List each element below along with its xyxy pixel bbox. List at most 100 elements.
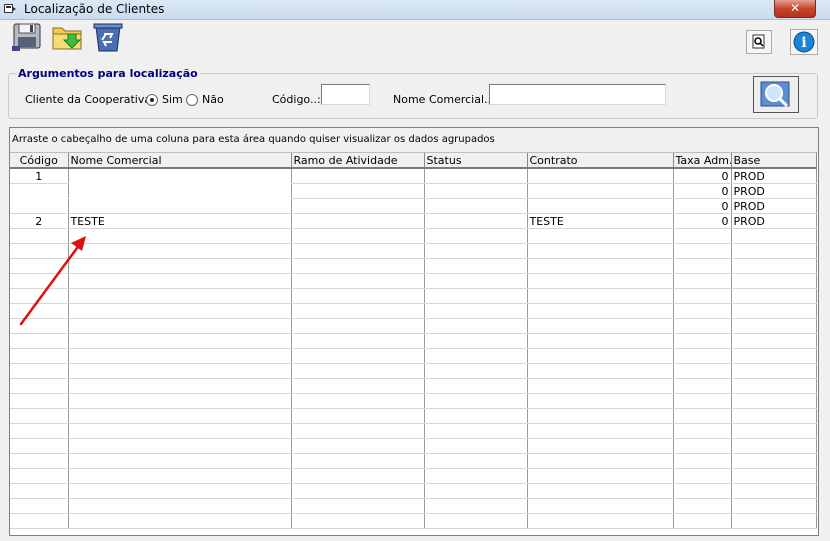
empty-cell [527, 273, 674, 289]
empty-cell [68, 483, 292, 499]
filter-group-title: Argumentos para localização [16, 67, 200, 80]
empty-cell [68, 453, 292, 469]
empty-table-row [10, 243, 817, 259]
empty-cell [731, 348, 817, 364]
empty-cell [291, 333, 425, 349]
cell-taxa-adm: 0 [673, 198, 732, 214]
empty-cell [291, 468, 425, 484]
cell-codigo: 2 [10, 213, 69, 229]
save-button[interactable] [10, 20, 46, 53]
empty-cell [291, 303, 425, 319]
empty-cell [291, 363, 425, 379]
empty-cell [527, 258, 674, 274]
sim-label: Sim [162, 93, 183, 106]
empty-cell [673, 408, 732, 424]
empty-cell [527, 288, 674, 304]
results-table: Código Nome Comercial Ramo de Atividade … [10, 153, 817, 529]
empty-cell [68, 258, 292, 274]
table-row[interactable]: 0 PROD [10, 183, 817, 199]
cell-nome-comercial [68, 168, 292, 184]
empty-cell [68, 303, 292, 319]
cell-codigo: 1 [10, 168, 69, 184]
svg-text:i: i [801, 35, 806, 51]
empty-table-row [10, 378, 817, 394]
table-row[interactable]: 2 TESTE TESTE 0 PROD [10, 213, 817, 229]
cell-status [424, 183, 528, 199]
empty-cell [10, 438, 69, 454]
empty-cell [673, 393, 732, 409]
delete-button[interactable] [90, 20, 126, 53]
group-by-hint: Arraste o cabeçalho de uma coluna para e… [12, 134, 495, 145]
column-header-codigo[interactable]: Código [10, 153, 69, 169]
empty-cell [291, 273, 425, 289]
cell-contrato [527, 198, 674, 214]
empty-cell [731, 243, 817, 259]
empty-table-row [10, 423, 817, 439]
empty-table-row [10, 348, 817, 364]
column-header-contrato[interactable]: Contrato [527, 153, 674, 169]
empty-cell [527, 243, 674, 259]
export-button[interactable] [50, 20, 86, 53]
print-preview-button[interactable] [746, 30, 772, 54]
empty-cell [424, 363, 528, 379]
cell-contrato [527, 183, 674, 199]
table-header-row: Código Nome Comercial Ramo de Atividade … [10, 153, 817, 169]
empty-cell [527, 468, 674, 484]
search-button[interactable] [753, 76, 799, 113]
empty-cell [10, 288, 69, 304]
empty-table-row [10, 258, 817, 274]
empty-cell [731, 273, 817, 289]
table-row[interactable]: 0 PROD [10, 198, 817, 214]
empty-cell [731, 438, 817, 454]
close-button[interactable]: ✕ [774, 0, 816, 18]
column-header-status[interactable]: Status [424, 153, 528, 169]
column-header-ramo-atividade[interactable]: Ramo de Atividade [291, 153, 425, 169]
empty-cell [673, 288, 732, 304]
empty-cell [673, 228, 732, 244]
column-header-nome-comercial[interactable]: Nome Comercial [68, 153, 292, 169]
empty-table-row [10, 498, 817, 514]
empty-cell [527, 318, 674, 334]
cell-ramo-atividade [291, 213, 425, 229]
cell-taxa-adm: 0 [673, 213, 732, 229]
cell-base: PROD [731, 213, 817, 229]
print-preview-icon [752, 34, 765, 49]
empty-cell [424, 453, 528, 469]
empty-cell [731, 393, 817, 409]
empty-cell [68, 438, 292, 454]
nome-comercial-field[interactable] [489, 84, 666, 105]
empty-cell [527, 423, 674, 439]
cell-ramo-atividade [291, 198, 425, 214]
column-header-taxa-adm[interactable]: Taxa Adm. [673, 153, 732, 169]
empty-table-row [10, 453, 817, 469]
empty-cell [424, 273, 528, 289]
empty-cell [68, 378, 292, 394]
results-grid[interactable]: Arraste o cabeçalho de uma coluna para e… [9, 127, 819, 536]
cell-nome-comercial [68, 198, 292, 214]
empty-cell [731, 483, 817, 499]
sim-radio[interactable] [146, 94, 158, 106]
empty-cell [673, 273, 732, 289]
empty-cell [10, 483, 69, 499]
search-icon [760, 81, 790, 108]
empty-cell [291, 378, 425, 394]
column-header-base[interactable]: Base [731, 153, 817, 169]
empty-table-row [10, 408, 817, 424]
cooperativa-label: Cliente da Cooperativa? [25, 93, 157, 106]
empty-cell [10, 393, 69, 409]
nao-radio[interactable] [186, 94, 198, 106]
empty-cell [424, 498, 528, 514]
info-button[interactable]: i [790, 29, 818, 55]
empty-cell [731, 513, 817, 529]
empty-cell [424, 483, 528, 499]
table-row[interactable]: 1 0 PROD [10, 168, 817, 184]
empty-table-row [10, 288, 817, 304]
empty-cell [527, 303, 674, 319]
empty-cell [731, 228, 817, 244]
cell-status [424, 198, 528, 214]
codigo-field[interactable] [321, 84, 370, 105]
empty-cell [673, 513, 732, 529]
cell-status [424, 213, 528, 229]
empty-cell [68, 228, 292, 244]
group-by-area[interactable]: Arraste o cabeçalho de uma coluna para e… [10, 128, 818, 153]
